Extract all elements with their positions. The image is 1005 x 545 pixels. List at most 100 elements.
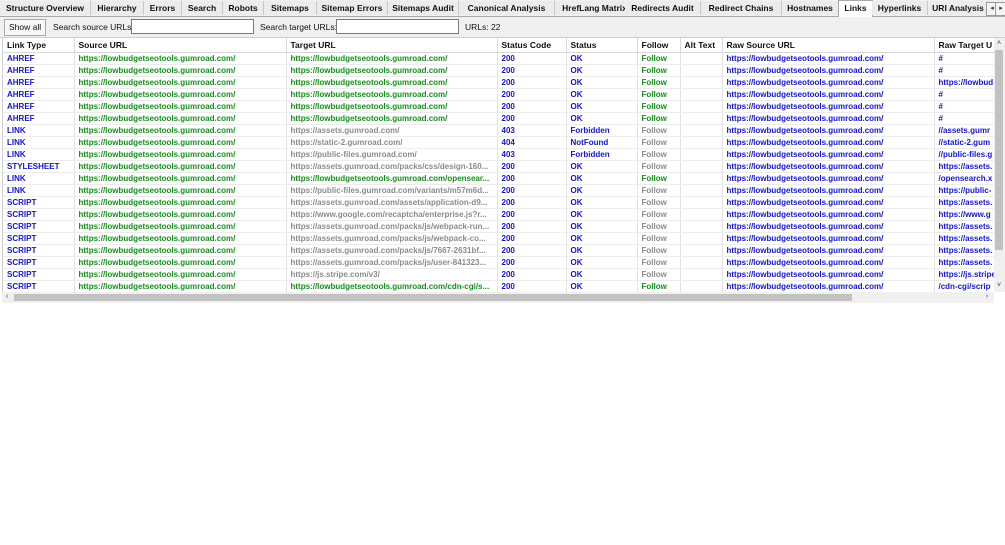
- scroll-right-icon[interactable]: ›: [982, 292, 992, 302]
- scroll-left-icon[interactable]: ‹: [2, 292, 12, 302]
- link-type-cell: SCRIPT: [3, 220, 75, 233]
- table-row[interactable]: SCRIPT https://lowbudgetseotools.gumroad.…: [3, 196, 995, 209]
- status-cell: OK: [566, 244, 638, 257]
- table-row[interactable]: SCRIPT https://lowbudgetseotools.gumroad.…: [3, 280, 995, 292]
- tab-sitemaps-audit[interactable]: Sitemaps Audit: [388, 1, 459, 15]
- column-header-source-url[interactable]: Source URL: [74, 38, 287, 53]
- alt-text-cell: [680, 220, 723, 233]
- source-url-cell: https://lowbudgetseotools.gumroad.com/: [74, 220, 287, 233]
- raw-source-url-cell: https://lowbudgetseotools.gumroad.com/: [722, 244, 935, 257]
- table-row[interactable]: SCRIPT https://lowbudgetseotools.gumroad.…: [3, 220, 995, 233]
- link-type-cell: AHREF: [3, 100, 75, 113]
- table-row[interactable]: SCRIPT https://lowbudgetseotools.gumroad.…: [3, 232, 995, 245]
- source-url-cell: https://lowbudgetseotools.gumroad.com/: [74, 52, 287, 65]
- horizontal-scrollbar[interactable]: ‹ ›: [2, 292, 994, 303]
- status-code-cell: 200: [497, 220, 567, 233]
- tab-structure-overview[interactable]: Structure Overview: [0, 1, 91, 15]
- link-type-cell: SCRIPT: [3, 232, 75, 245]
- column-header-alt-text[interactable]: Alt Text: [680, 38, 723, 53]
- status-cell: NotFound: [566, 136, 638, 149]
- vertical-scroll-thumb[interactable]: [995, 50, 1003, 250]
- links-table-container[interactable]: Link Type Source URL Target URL Status Code…: [2, 38, 995, 292]
- follow-cell: Follow: [637, 208, 681, 221]
- table-row[interactable]: SCRIPT https://lowbudgetseotools.gumroad.…: [3, 208, 995, 221]
- raw-target-url-cell: https://www.g: [934, 208, 995, 221]
- scroll-down-icon[interactable]: ˅: [994, 281, 1004, 291]
- tab-redirect-chains[interactable]: Redirect Chains: [701, 1, 782, 15]
- tab-sitemap-errors[interactable]: Sitemap Errors: [317, 1, 388, 15]
- table-row[interactable]: SCRIPT https://lowbudgetseotools.gumroad.…: [3, 256, 995, 269]
- target-url-cell: https://lowbudgetseotools.gumroad.com/op…: [286, 172, 498, 185]
- tab-hostnames[interactable]: Hostnames: [782, 1, 839, 15]
- status-cell: OK: [566, 100, 638, 113]
- tab-uri-analysis[interactable]: URI Analysis: [928, 1, 989, 15]
- search-source-input[interactable]: [131, 19, 254, 34]
- status-code-cell: 200: [497, 196, 567, 209]
- table-row[interactable]: AHREF https://lowbudgetseotools.gumroad.c…: [3, 52, 995, 65]
- table-row[interactable]: LINK https://lowbudgetseotools.gumroad.co…: [3, 184, 995, 197]
- follow-cell: Follow: [637, 172, 681, 185]
- raw-target-url-cell: /opensearch.x: [934, 172, 995, 185]
- raw-source-url-cell: https://lowbudgetseotools.gumroad.com/: [722, 88, 935, 101]
- follow-cell: Follow: [637, 160, 681, 173]
- scroll-up-icon[interactable]: ˄: [994, 39, 1004, 49]
- target-url-cell: https://lowbudgetseotools.gumroad.com/: [286, 88, 498, 101]
- tab-hreflang-matrix[interactable]: HrefLang Matrix: [555, 1, 635, 15]
- tab-redirects-audit[interactable]: Redirects Audit: [625, 1, 701, 15]
- search-target-input[interactable]: [336, 19, 459, 34]
- raw-target-url-cell: #: [934, 112, 995, 125]
- table-row[interactable]: LINK https://lowbudgetseotools.gumroad.co…: [3, 172, 995, 185]
- tab-robots[interactable]: Robots: [223, 1, 264, 15]
- status-code-cell: 200: [497, 100, 567, 113]
- tab-hierarchy[interactable]: Hierarchy: [91, 1, 144, 15]
- tab-scroll-right-icon[interactable]: ▸: [995, 2, 1005, 16]
- alt-text-cell: [680, 64, 723, 77]
- horizontal-scroll-thumb[interactable]: [14, 294, 852, 301]
- status-cell: OK: [566, 160, 638, 173]
- tab-search[interactable]: Search: [182, 1, 223, 15]
- table-row[interactable]: LINK https://lowbudgetseotools.gumroad.co…: [3, 136, 995, 149]
- raw-source-url-cell: https://lowbudgetseotools.gumroad.com/: [722, 220, 935, 233]
- follow-cell: Follow: [637, 64, 681, 77]
- status-cell: OK: [566, 208, 638, 221]
- table-row[interactable]: AHREF https://lowbudgetseotools.gumroad.c…: [3, 100, 995, 113]
- status-cell: OK: [566, 280, 638, 292]
- table-row[interactable]: SCRIPT https://lowbudgetseotools.gumroad.…: [3, 268, 995, 281]
- table-header: Link Type Source URL Target URL Status Code…: [3, 38, 995, 53]
- alt-text-cell: [680, 256, 723, 269]
- status-code-cell: 200: [497, 76, 567, 89]
- table-row[interactable]: AHREF https://lowbudgetseotools.gumroad.c…: [3, 112, 995, 125]
- follow-cell: Follow: [637, 136, 681, 149]
- column-header-status-code[interactable]: Status Code: [497, 38, 567, 53]
- table-row[interactable]: AHREF https://lowbudgetseotools.gumroad.c…: [3, 76, 995, 89]
- tab-canonical-analysis[interactable]: Canonical Analysis: [459, 1, 555, 15]
- link-type-cell: AHREF: [3, 76, 75, 89]
- alt-text-cell: [680, 124, 723, 137]
- show-all-button[interactable]: Show all: [4, 19, 47, 36]
- tab-errors[interactable]: Errors: [144, 1, 182, 15]
- table-row[interactable]: LINK https://lowbudgetseotools.gumroad.co…: [3, 148, 995, 161]
- follow-cell: Follow: [637, 76, 681, 89]
- tab-links[interactable]: Links: [838, 0, 873, 18]
- column-header-target-url[interactable]: Target URL: [286, 38, 498, 53]
- column-header-link-type[interactable]: Link Type: [3, 38, 75, 53]
- status-code-cell: 200: [497, 88, 567, 101]
- table-row[interactable]: SCRIPT https://lowbudgetseotools.gumroad.…: [3, 244, 995, 257]
- raw-source-url-cell: https://lowbudgetseotools.gumroad.com/: [722, 148, 935, 161]
- table-row[interactable]: AHREF https://lowbudgetseotools.gumroad.c…: [3, 88, 995, 101]
- link-type-cell: SCRIPT: [3, 244, 75, 257]
- column-header-raw-source-url[interactable]: Raw Source URL: [722, 38, 935, 53]
- raw-source-url-cell: https://lowbudgetseotools.gumroad.com/: [722, 100, 935, 113]
- table-row[interactable]: STYLESHEET https://lowbudgetseotools.gumr…: [3, 160, 995, 173]
- column-header-raw-target-url[interactable]: Raw Target U: [934, 38, 995, 53]
- source-url-cell: https://lowbudgetseotools.gumroad.com/: [74, 280, 287, 292]
- tab-sitemaps[interactable]: Sitemaps: [264, 1, 317, 15]
- column-header-follow[interactable]: Follow: [637, 38, 681, 53]
- column-header-status[interactable]: Status: [566, 38, 638, 53]
- raw-target-url-cell: https://lowbud: [934, 76, 995, 89]
- table-row[interactable]: LINK https://lowbudgetseotools.gumroad.co…: [3, 124, 995, 137]
- vertical-scrollbar[interactable]: ˄ ˅: [994, 38, 1005, 292]
- tab-hyperlinks[interactable]: Hyperlinks: [872, 1, 928, 15]
- table-row[interactable]: AHREF https://lowbudgetseotools.gumroad.c…: [3, 64, 995, 77]
- target-url-cell: https://assets.gumroad.com/packs/js/webp…: [286, 232, 498, 245]
